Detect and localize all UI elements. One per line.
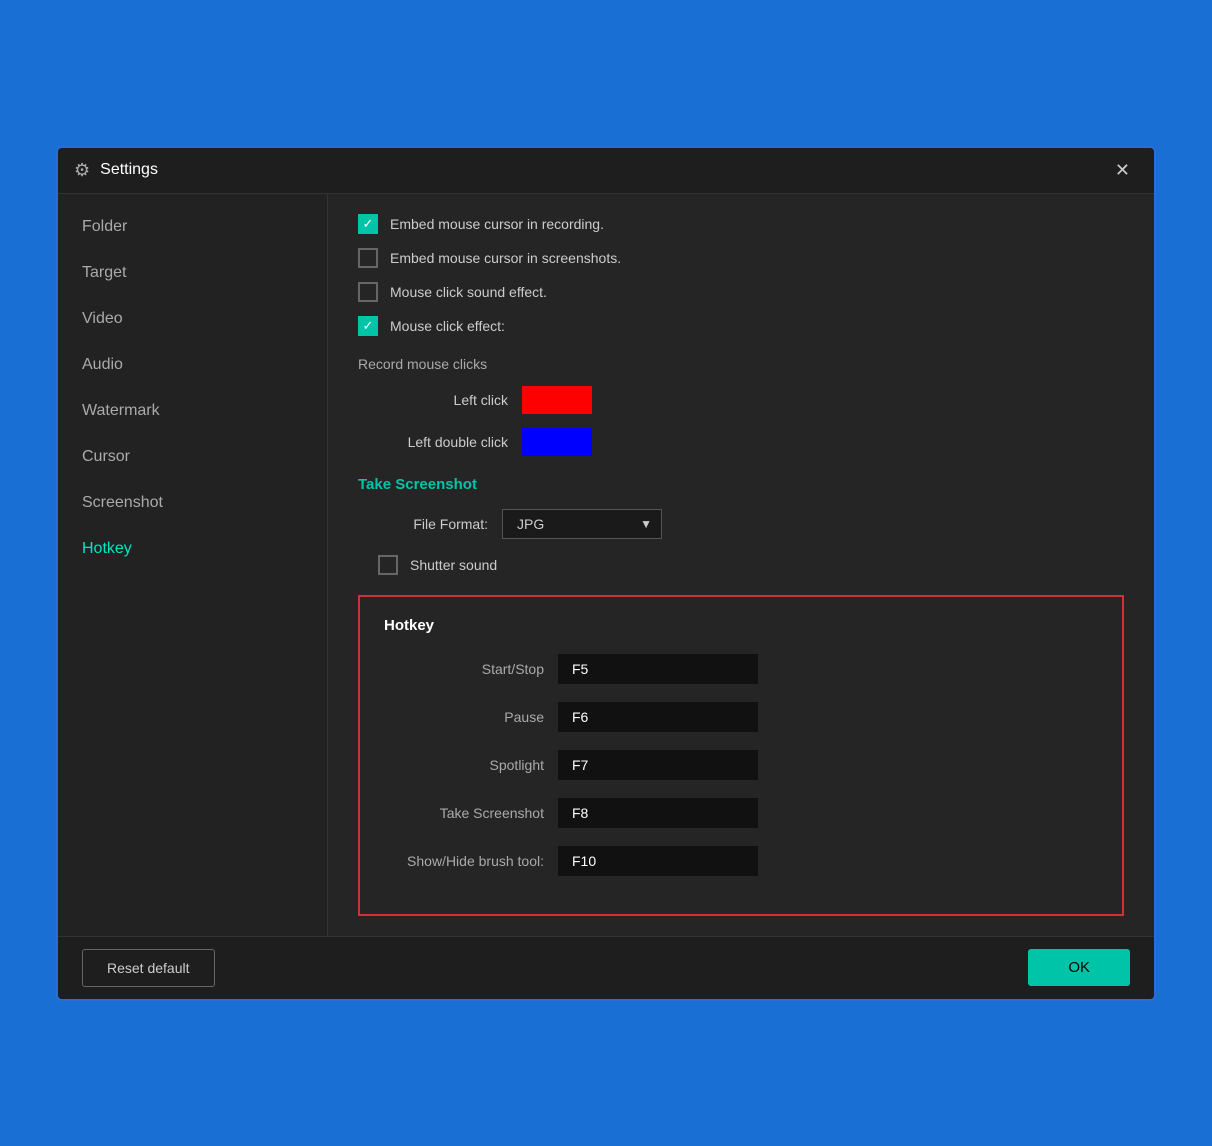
sidebar-item-hotkey[interactable]: Hotkey bbox=[58, 526, 327, 572]
sidebar-item-folder[interactable]: Folder bbox=[58, 204, 327, 250]
hotkey-row-pause: Pause bbox=[384, 702, 1098, 732]
record-mouse-clicks-section: Record mouse clicks Left click Left doub… bbox=[358, 356, 1124, 456]
checkmark-icon-2: ✓ bbox=[363, 318, 374, 334]
window-title: Settings bbox=[100, 161, 1097, 179]
ok-button[interactable]: OK bbox=[1028, 949, 1130, 986]
scrollable-content[interactable]: ✓ Embed mouse cursor in recording. Embed… bbox=[328, 194, 1154, 936]
settings-window: ⚙ Settings ✕ Folder Target Video Audio W… bbox=[56, 146, 1156, 1001]
left-click-label: Left click bbox=[378, 392, 508, 408]
file-format-label: File Format: bbox=[378, 516, 488, 532]
reset-default-button[interactable]: Reset default bbox=[82, 949, 215, 987]
shutter-sound-row: Shutter sound bbox=[378, 555, 1124, 575]
hotkey-row-start-stop: Start/Stop bbox=[384, 654, 1098, 684]
left-double-click-row: Left double click bbox=[378, 428, 1124, 456]
mouse-click-sound-label: Mouse click sound effect. bbox=[390, 284, 547, 300]
title-bar: ⚙ Settings ✕ bbox=[58, 148, 1154, 194]
hotkey-input-start-stop[interactable] bbox=[558, 654, 758, 684]
sidebar-item-audio[interactable]: Audio bbox=[58, 342, 327, 388]
hotkey-label-start-stop: Start/Stop bbox=[384, 661, 544, 677]
main-content: Folder Target Video Audio Watermark Curs… bbox=[58, 194, 1154, 936]
mouse-click-effect-label: Mouse click effect: bbox=[390, 318, 505, 334]
checkbox-shutter-sound[interactable] bbox=[378, 555, 398, 575]
sidebar-item-video[interactable]: Video bbox=[58, 296, 327, 342]
hotkey-label-take-screenshot: Take Screenshot bbox=[384, 805, 544, 821]
hotkey-title: Hotkey bbox=[384, 617, 1098, 634]
hotkey-input-spotlight[interactable] bbox=[558, 750, 758, 780]
checkbox-mouse-click-effect[interactable]: ✓ bbox=[358, 316, 378, 336]
checkbox-mouse-click-sound[interactable] bbox=[358, 282, 378, 302]
checkbox-embed-cursor-screenshots[interactable] bbox=[358, 248, 378, 268]
take-screenshot-title: Take Screenshot bbox=[358, 476, 1124, 493]
hotkey-input-pause[interactable] bbox=[558, 702, 758, 732]
hotkey-row-take-screenshot: Take Screenshot bbox=[384, 798, 1098, 828]
sidebar-item-watermark[interactable]: Watermark bbox=[58, 388, 327, 434]
sidebar-item-screenshot[interactable]: Screenshot bbox=[58, 480, 327, 526]
embed-cursor-recording-label: Embed mouse cursor in recording. bbox=[390, 216, 604, 232]
checkbox-row-mouse-click-sound: Mouse click sound effect. bbox=[358, 282, 1124, 302]
hotkey-row-spotlight: Spotlight bbox=[384, 750, 1098, 780]
file-format-dropdown-wrap: JPG PNG BMP ▼ bbox=[502, 509, 662, 539]
hotkey-row-show-hide-brush: Show/Hide brush tool: bbox=[384, 846, 1098, 876]
left-click-color-swatch[interactable] bbox=[522, 386, 592, 414]
hotkey-section: Hotkey Start/Stop Pause Spotlight T bbox=[358, 595, 1124, 916]
hotkey-label-spotlight: Spotlight bbox=[384, 757, 544, 773]
sidebar-item-target[interactable]: Target bbox=[58, 250, 327, 296]
checkbox-row-mouse-click-effect: ✓ Mouse click effect: bbox=[358, 316, 1124, 336]
file-format-row: File Format: JPG PNG BMP ▼ bbox=[378, 509, 1124, 539]
shutter-sound-label: Shutter sound bbox=[410, 557, 497, 573]
checkbox-row-embed-cursor-recording: ✓ Embed mouse cursor in recording. bbox=[358, 214, 1124, 234]
close-button[interactable]: ✕ bbox=[1107, 158, 1138, 183]
hotkey-input-take-screenshot[interactable] bbox=[558, 798, 758, 828]
footer-bar: Reset default OK bbox=[58, 936, 1154, 999]
left-click-row: Left click bbox=[378, 386, 1124, 414]
cursor-checkboxes-section: ✓ Embed mouse cursor in recording. Embed… bbox=[358, 214, 1124, 336]
file-format-select[interactable]: JPG PNG BMP bbox=[502, 509, 662, 539]
content-area: ✓ Embed mouse cursor in recording. Embed… bbox=[328, 194, 1154, 936]
left-double-click-label: Left double click bbox=[378, 434, 508, 450]
settings-icon: ⚙ bbox=[74, 160, 90, 181]
checkmark-icon: ✓ bbox=[363, 216, 374, 232]
embed-cursor-screenshots-label: Embed mouse cursor in screenshots. bbox=[390, 250, 621, 266]
sidebar-item-cursor[interactable]: Cursor bbox=[58, 434, 327, 480]
left-double-click-color-swatch[interactable] bbox=[522, 428, 592, 456]
checkbox-row-embed-cursor-screenshots: Embed mouse cursor in screenshots. bbox=[358, 248, 1124, 268]
take-screenshot-section: Take Screenshot File Format: JPG PNG BMP… bbox=[358, 476, 1124, 575]
hotkey-label-show-hide-brush: Show/Hide brush tool: bbox=[384, 853, 544, 869]
checkbox-embed-cursor-recording[interactable]: ✓ bbox=[358, 214, 378, 234]
hotkey-label-pause: Pause bbox=[384, 709, 544, 725]
hotkey-input-show-hide-brush[interactable] bbox=[558, 846, 758, 876]
sidebar: Folder Target Video Audio Watermark Curs… bbox=[58, 194, 328, 936]
record-mouse-clicks-label: Record mouse clicks bbox=[358, 356, 1124, 372]
